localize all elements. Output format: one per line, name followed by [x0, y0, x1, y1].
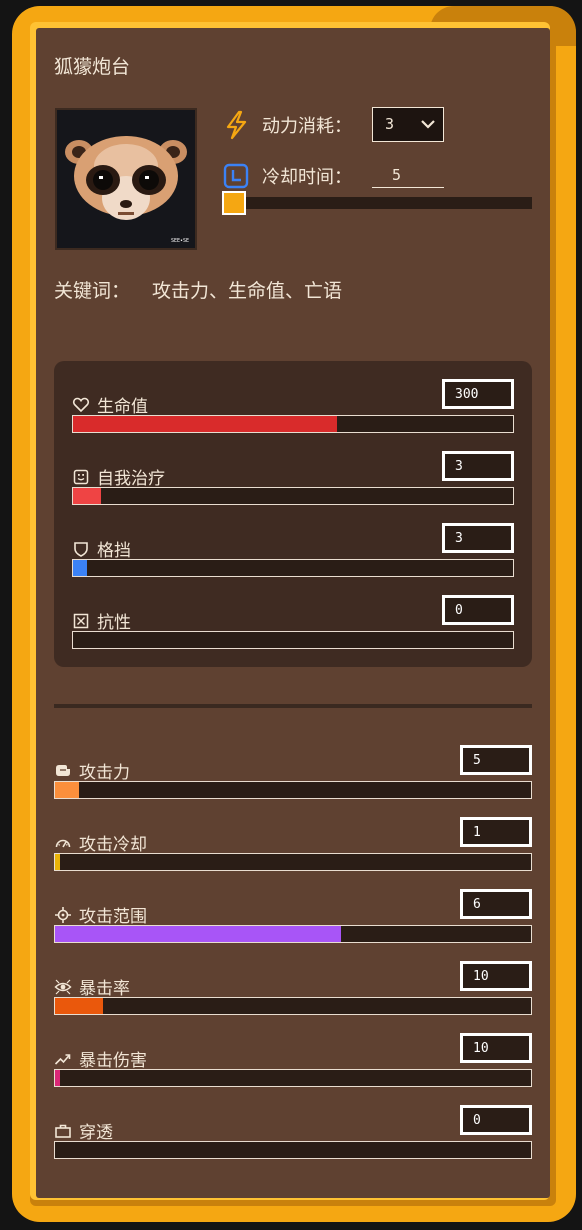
attack-stat-bar-fill — [55, 782, 79, 798]
defense-stat-label-resist: 抗性 — [72, 608, 131, 633]
gauge-icon — [55, 839, 71, 847]
defense-stat-label-block: 格挡 — [72, 536, 131, 561]
defense-stat-value-input-block[interactable]: 3 — [442, 523, 514, 553]
trend-icon — [54, 1053, 71, 1065]
attack-stat-value-input-atk_cd[interactable]: 1 — [460, 817, 532, 847]
smile-icon — [73, 469, 89, 484]
attack-stat-label-text: 暴击伤害 — [79, 1051, 147, 1071]
defense-stat-label-text: 自我治疗 — [97, 469, 165, 489]
defense-stat-bar-fill — [73, 488, 101, 504]
defense-stat-bar-fill — [73, 560, 87, 576]
defense-stat-label-text: 生命值 — [97, 397, 148, 417]
power-cost-row: 动力消耗： — [222, 110, 352, 140]
attack-stat-bar-fill — [55, 998, 103, 1014]
attack-stat-value-input-range[interactable]: 6 — [460, 889, 532, 919]
defense-stat-label-text: 格挡 — [97, 541, 131, 561]
defense-stat-bar-resist — [72, 631, 514, 649]
cooldown-label: 冷却时间： — [262, 167, 352, 188]
attack-stat-label-atk: 攻击力 — [54, 758, 130, 783]
attack-stat-label-text: 攻击范围 — [79, 907, 147, 927]
attack-stat-label-range: 攻击范围 — [54, 902, 147, 927]
attack-stat-bar-range — [54, 925, 532, 943]
attack-stat-value-input-atk[interactable]: 5 — [460, 745, 532, 775]
attack-stat-value-input-pierce[interactable]: 0 — [460, 1105, 532, 1135]
power-cost-select[interactable]: 3 — [372, 107, 444, 142]
attack-stat-label-crit_rate: 暴击率 — [54, 974, 130, 999]
attack-stat-bar-crit_dmg — [54, 1069, 532, 1087]
keywords-label: 关键词： — [54, 280, 131, 302]
attack-stat-bar-crit_rate — [54, 997, 532, 1015]
attack-stat-value-input-crit_dmg[interactable]: 10 — [460, 1033, 532, 1063]
fist-icon — [56, 764, 70, 776]
power-cost-value: 3 — [385, 115, 395, 133]
attack-stat-bar-fill — [55, 1070, 60, 1086]
attack-stat-label-atk_cd: 攻击冷却 — [54, 830, 147, 855]
crosshair-icon — [55, 906, 71, 923]
cooldown-slider-handle[interactable] — [222, 191, 246, 215]
cooldown-input[interactable]: 5 — [372, 162, 444, 188]
defense-stat-value-input-resist[interactable]: 0 — [442, 595, 514, 625]
lightning-icon — [226, 110, 247, 140]
attack-stat-value-input-crit_rate[interactable]: 10 — [460, 961, 532, 991]
attack-stat-bar-atk_cd — [54, 853, 532, 871]
briefcase-icon — [55, 1124, 71, 1138]
chevron-down-icon — [421, 120, 435, 129]
keywords-row: 关键词： 攻击力、生命值、亡语 — [54, 276, 342, 303]
defense-stat-bar-block — [72, 559, 514, 577]
cooldown-slider-track[interactable] — [234, 197, 532, 209]
defense-stat-value-input-heal[interactable]: 3 — [442, 451, 514, 481]
attack-stat-label-text: 暴击率 — [79, 979, 130, 999]
power-cost-label: 动力消耗： — [262, 116, 352, 137]
cooldown-row: 冷却时间： — [222, 162, 352, 190]
defense-stat-label-text: 抗性 — [97, 613, 131, 633]
defense-stat-bar-hp — [72, 415, 514, 433]
attack-stat-label-text: 攻击冷却 — [79, 835, 147, 855]
clock-icon — [223, 163, 249, 189]
portrait-caption: SEE•SE — [171, 238, 189, 244]
attack-stat-label-text: 攻击力 — [79, 763, 130, 783]
defense-stat-label-heal: 自我治疗 — [72, 464, 165, 489]
attack-stat-bar-pierce — [54, 1141, 532, 1159]
section-divider — [54, 704, 532, 708]
defense-stat-label-hp: 生命值 — [72, 392, 148, 417]
shield-icon — [74, 541, 88, 557]
attack-stat-bar-fill — [55, 854, 60, 870]
meerkat-portrait: SEE•SE — [55, 108, 197, 250]
defense-stat-bar-heal — [72, 487, 514, 505]
heart-icon — [72, 397, 90, 412]
defense-stat-bar-fill — [73, 416, 337, 432]
resist-icon — [73, 613, 89, 628]
attack-stat-label-crit_dmg: 暴击伤害 — [54, 1046, 147, 1071]
eye-icon — [54, 979, 72, 994]
attack-stat-bar-atk — [54, 781, 532, 799]
card-title: 狐獴炮台 — [54, 56, 131, 78]
attack-stat-bar-fill — [55, 926, 341, 942]
attack-stat-label-text: 穿透 — [79, 1123, 113, 1143]
keywords-value: 攻击力、生命值、亡语 — [152, 280, 343, 302]
attack-stat-label-pierce: 穿透 — [54, 1118, 113, 1143]
defense-stat-value-input-hp[interactable]: 300 — [442, 379, 514, 409]
